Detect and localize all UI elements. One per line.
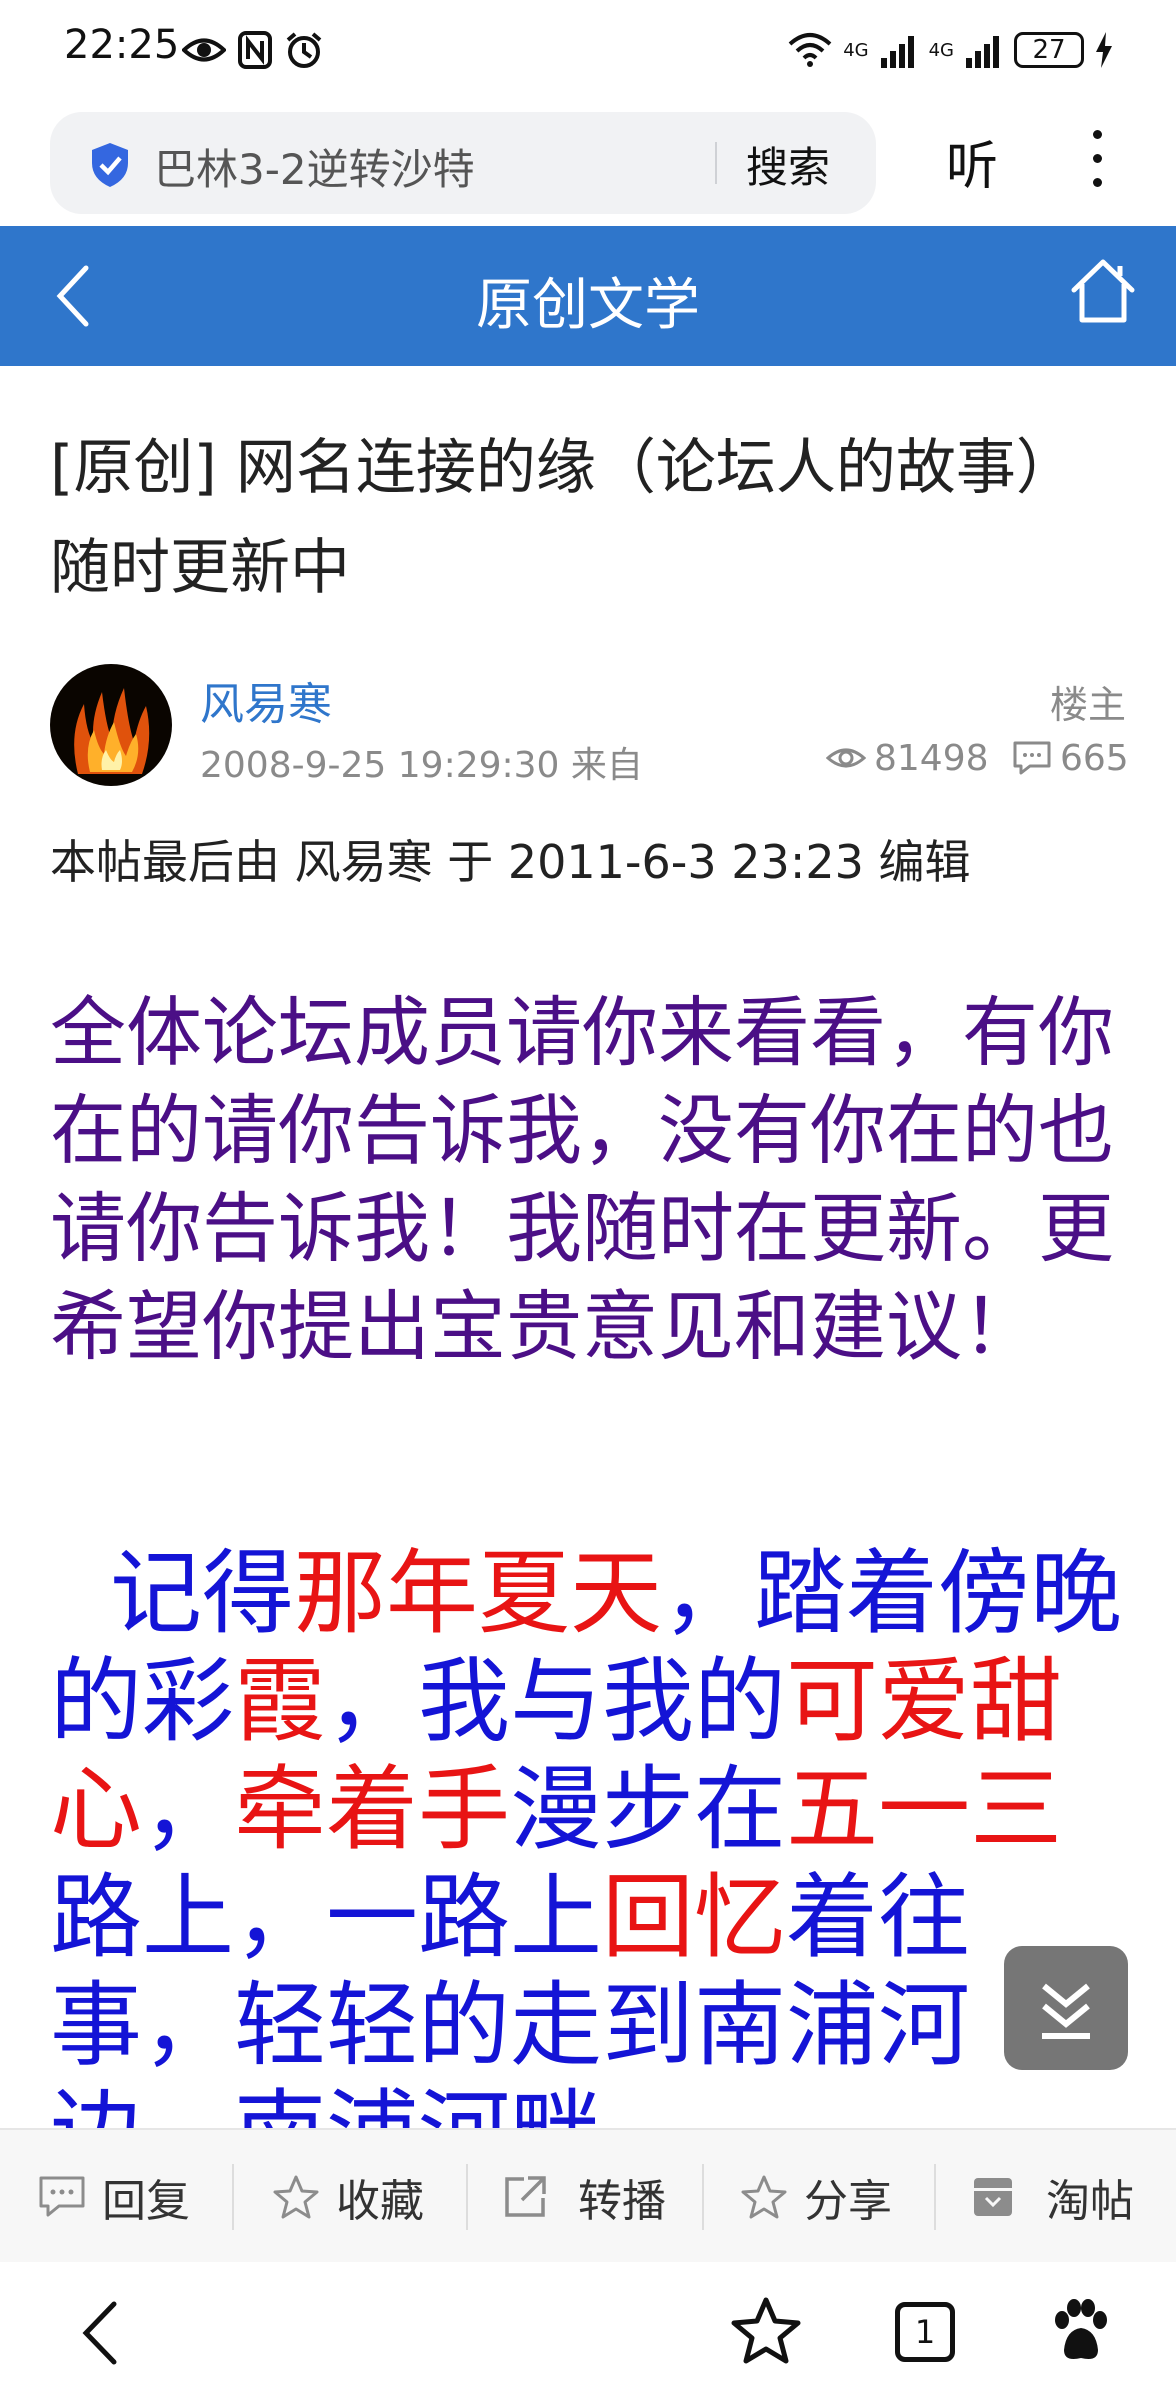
- story-segment: 路上，一路上: [50, 1864, 603, 1971]
- status-right-icons: 4G 4G 27: [787, 24, 1114, 76]
- star-icon: [273, 2175, 319, 2219]
- share-out-icon: [505, 2176, 546, 2217]
- story-clip: 记得那年夏天，踏着傍晚的彩霞，我与我的可爱甜心，牵着手漫步在五一三路上，一路上回…: [0, 1540, 1176, 2128]
- story-segment: ，: [142, 1756, 235, 1863]
- edit-note: 本帖最后由 风易寒 于 2011-6-3 23:23 编辑: [50, 835, 971, 889]
- reply-count-value: 665: [1060, 737, 1129, 779]
- comment-icon: [39, 2176, 85, 2217]
- tao-post-label: 淘帖: [1046, 2176, 1134, 2227]
- tao-post-button[interactable]: 淘帖: [970, 2130, 1134, 2264]
- shield-icon: [92, 143, 128, 187]
- divider: [702, 2164, 704, 2230]
- browser-bottom-nav: 1: [0, 2262, 1176, 2400]
- share-button[interactable]: 分享: [740, 2130, 892, 2264]
- charging-icon: [1096, 32, 1112, 68]
- story-segment: ，我与我的: [326, 1648, 787, 1755]
- bookmark-star-icon[interactable]: [730, 2296, 802, 2366]
- listen-button[interactable]: 听: [946, 124, 998, 199]
- status-bar: 22:25 4G 4G 27: [0, 0, 1176, 100]
- avatar[interactable]: [50, 664, 172, 786]
- signal-icon-2: [966, 36, 999, 68]
- view-count: 81498: [826, 734, 989, 782]
- favorite-button[interactable]: 收藏: [272, 2130, 424, 2264]
- signal-icon: [880, 36, 914, 68]
- intro-paragraph: 全体论坛成员请你来看看，有你在的请你告诉我，没有你在的也请你告诉我！我随时在更新…: [50, 988, 1114, 1371]
- page-title: 原创文学: [476, 273, 700, 338]
- status-time: 22:25: [64, 22, 180, 68]
- search-query[interactable]: 巴林3-2逆转沙特: [154, 136, 475, 197]
- post-timestamp: 2008-9-25 19:29:30 来自: [200, 745, 643, 786]
- archive-icon: [974, 2178, 1012, 2216]
- tabs-button[interactable]: 1: [895, 2302, 955, 2362]
- scroll-to-bottom-button[interactable]: [1004, 1946, 1128, 2070]
- search-divider: [715, 142, 717, 184]
- divider: [934, 2164, 936, 2230]
- paw-icon[interactable]: [1044, 2296, 1116, 2368]
- post-title: [原创] 网名连接的缘（论坛人的故事）随时更新中: [50, 433, 1076, 603]
- status-left-icons: [182, 24, 324, 76]
- double-chevron-down-icon: [1042, 1983, 1090, 2039]
- nfc-icon: [238, 31, 272, 69]
- forum-header: 原创文学: [0, 226, 1176, 366]
- story-segment: 回忆: [602, 1864, 787, 1971]
- network-type-2: 4G: [928, 39, 954, 61]
- repost-label: 转播: [578, 2176, 666, 2227]
- more-menu-icon[interactable]: [1085, 130, 1109, 192]
- view-count-value: 81498: [874, 737, 989, 779]
- story-segment: 记得: [110, 1540, 295, 1647]
- eye-icon: [182, 38, 226, 62]
- story-segment: 那年夏天: [294, 1540, 663, 1647]
- author-name[interactable]: 风易寒: [200, 668, 332, 732]
- wifi-icon: [788, 33, 832, 67]
- story-segment: 牵着手: [234, 1756, 511, 1863]
- star-icon: [741, 2175, 787, 2219]
- story-segment: 霞: [234, 1648, 327, 1755]
- share-label: 分享: [804, 2176, 892, 2227]
- author-role-badge: 楼主: [1049, 683, 1126, 727]
- reply-label: 回复: [102, 2176, 190, 2227]
- search-button[interactable]: 搜索: [746, 134, 830, 195]
- reply-button[interactable]: 回复: [38, 2130, 190, 2264]
- post-action-bar: 回复 收藏 转播 分享 淘帖: [0, 2128, 1176, 2262]
- story-paragraph: 记得那年夏天，踏着傍晚的彩霞，我与我的可爱甜心，牵着手漫步在五一三路上，一路上回…: [50, 1540, 1140, 2128]
- divider: [466, 2164, 468, 2230]
- battery-indicator: 27: [1014, 32, 1084, 68]
- browser-toolbar: 巴林3-2逆转沙特 搜索: [0, 100, 1176, 226]
- repost-button[interactable]: 转播: [502, 2130, 666, 2264]
- search-box[interactable]: 巴林3-2逆转沙特 搜索: [50, 112, 876, 214]
- divider: [232, 2164, 234, 2230]
- network-type-1: 4G: [843, 39, 869, 61]
- eye-icon: [826, 748, 866, 768]
- story-segment: 五一三: [786, 1756, 1063, 1863]
- alarm-icon: [286, 32, 322, 68]
- back-icon[interactable]: [74, 2298, 126, 2368]
- reply-count: 665: [1012, 734, 1129, 782]
- comment-icon: [1013, 741, 1051, 775]
- story-segment: 漫步在: [510, 1756, 787, 1863]
- home-icon[interactable]: [1068, 254, 1138, 326]
- favorite-label: 收藏: [336, 2176, 424, 2227]
